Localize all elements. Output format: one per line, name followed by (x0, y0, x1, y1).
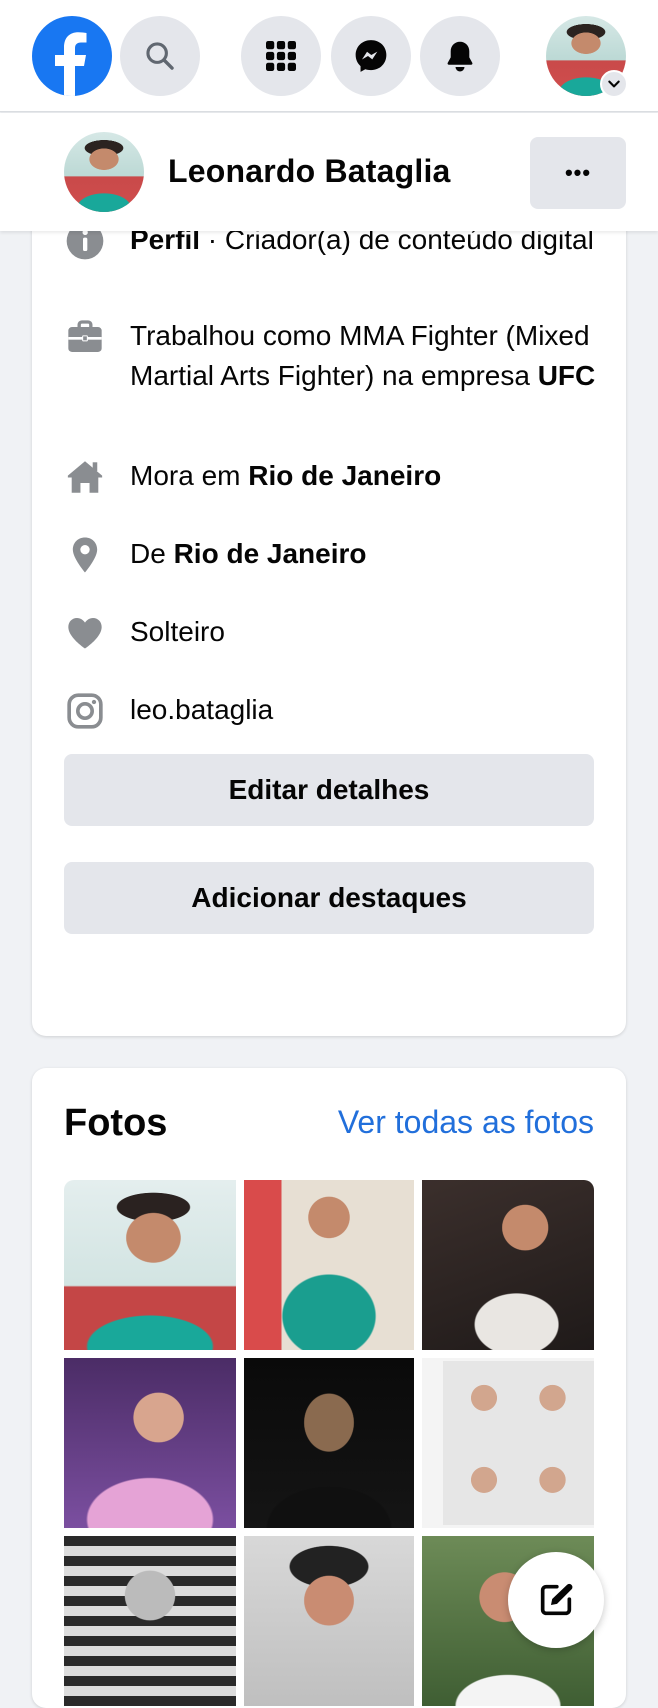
detail-text: Solteiro (130, 616, 225, 647)
detail-work: Trabalhou como MMA Fighter (Mixed Martia… (64, 316, 604, 396)
search-button[interactable] (120, 16, 200, 96)
bell-icon (447, 41, 473, 72)
instagram-icon (64, 690, 106, 732)
detail-instagram: leo.bataglia (64, 690, 604, 732)
add-highlights-button[interactable]: Adicionar destaques (64, 862, 594, 934)
detail-text: Trabalhou como MMA Fighter (Mixed Martia… (130, 320, 596, 391)
instagram-link[interactable]: leo.bataglia (130, 690, 273, 732)
photo-thumbnail[interactable] (244, 1536, 414, 1706)
facebook-logo-icon[interactable] (32, 16, 112, 96)
photo-thumbnail[interactable] (244, 1180, 414, 1350)
profile-avatar[interactable] (64, 132, 144, 212)
edit-details-button[interactable]: Editar detalhes (64, 754, 594, 826)
photo-thumbnail[interactable] (422, 1358, 594, 1528)
home-icon (64, 456, 106, 498)
search-icon (146, 42, 174, 70)
detail-from: De Rio de Janeiro (64, 534, 604, 576)
detail-text: De Rio de Janeiro (130, 538, 367, 569)
menu-button[interactable] (241, 16, 321, 96)
detail-relationship: Solteiro (64, 612, 604, 654)
briefcase-icon (64, 316, 106, 358)
compose-button[interactable] (508, 1552, 604, 1648)
profile-header-bar: Leonardo Bataglia ••• (0, 113, 658, 231)
see-all-photos-link[interactable]: Ver todas as fotos (338, 1104, 594, 1141)
detail-text: Mora em Rio de Janeiro (130, 460, 442, 491)
compose-icon (540, 1583, 573, 1616)
photo-thumbnail[interactable] (422, 1180, 594, 1350)
chevron-down-icon (608, 80, 620, 88)
location-pin-icon (64, 534, 106, 576)
account-menu[interactable] (546, 16, 628, 98)
photos-title: Fotos (64, 1102, 168, 1144)
photo-grid (64, 1180, 594, 1706)
intro-card: Perfil · Criador(a) de conteúdo digital … (32, 200, 626, 1036)
photo-thumbnail[interactable] (64, 1358, 236, 1528)
messenger-icon (355, 40, 387, 72)
notifications-button[interactable] (420, 16, 500, 96)
profile-name[interactable]: Leonardo Bataglia (168, 153, 451, 190)
top-navigation (0, 0, 658, 112)
chevron-badge (600, 70, 628, 98)
heart-icon (64, 612, 106, 654)
grid-menu-icon (266, 41, 296, 71)
more-dots-icon: ••• (564, 160, 592, 185)
messenger-button[interactable] (331, 16, 411, 96)
photo-thumbnail[interactable] (244, 1358, 414, 1528)
photo-thumbnail[interactable] (64, 1180, 236, 1350)
photo-thumbnail[interactable] (64, 1536, 236, 1706)
detail-lives-in: Mora em Rio de Janeiro (64, 456, 604, 498)
more-options-button[interactable]: ••• (530, 137, 626, 209)
